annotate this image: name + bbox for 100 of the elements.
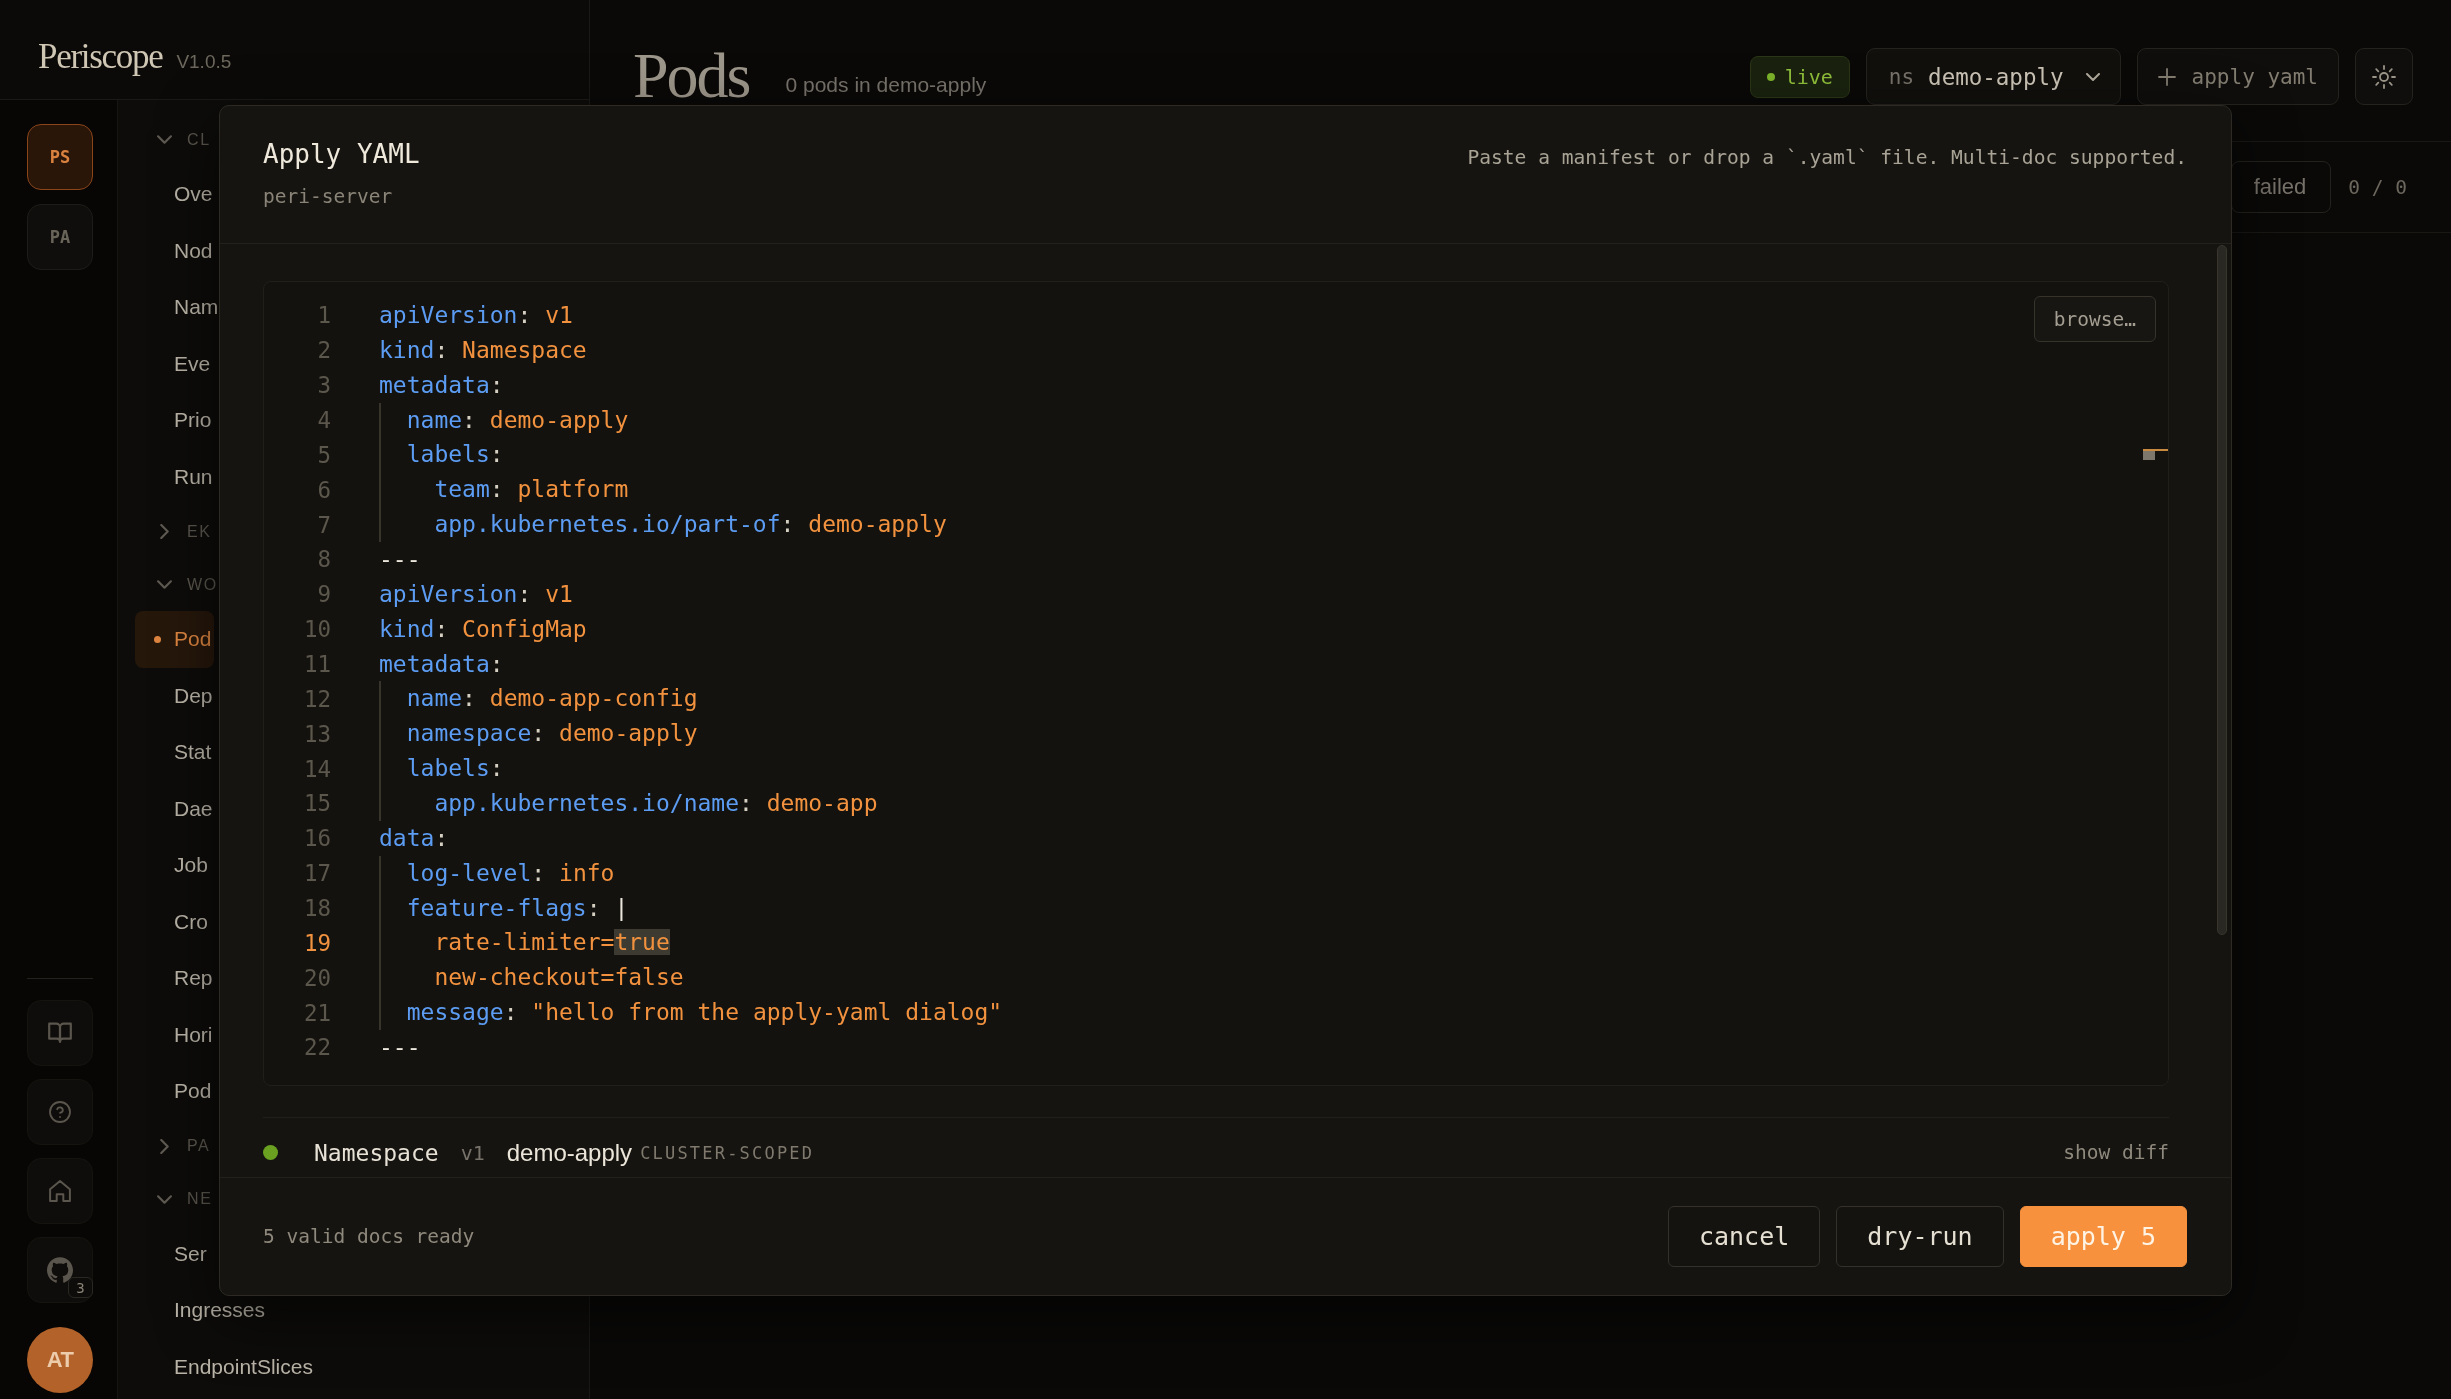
page-subtitle: 0 pods in demo-apply (785, 73, 987, 97)
live-dot-icon (1766, 72, 1775, 81)
code-line: --- (379, 1033, 421, 1063)
nav-item[interactable]: Eve (135, 335, 214, 392)
api-version: v1 (460, 1140, 485, 1165)
count-badge: 3 (68, 1277, 93, 1298)
nav-item[interactable]: Dep (135, 667, 216, 724)
nav-item[interactable]: Pod (135, 1063, 215, 1120)
code-line: app.kubernetes.io/part-of: demo-apply (379, 507, 947, 542)
code-line: name: demo-apply (379, 402, 629, 438)
nav-item[interactable]: Pod (135, 611, 215, 668)
line-number: 16 (302, 825, 331, 852)
code-line: rate-limiter=true (379, 925, 670, 961)
scope-label: CLUSTER-SCOPED (640, 1142, 815, 1163)
nav-item[interactable]: Nod (135, 222, 216, 279)
pod-count: 0 / 0 (2348, 175, 2407, 199)
sun-icon (2372, 64, 2396, 89)
app-version: V1.0.5 (176, 50, 232, 74)
line-number: 8 (316, 546, 331, 573)
line-number: 4 (316, 407, 331, 433)
code-line: labels: (379, 437, 504, 473)
nav-item[interactable]: Cro (135, 893, 211, 950)
nav-item[interactable]: Ingresses (135, 1282, 269, 1339)
line-number: 10 (302, 616, 331, 643)
line-number: 21 (302, 999, 331, 1026)
nav-item[interactable]: Nam (135, 279, 222, 336)
dialog-title: Apply YAML (263, 138, 420, 171)
line-number: 7 (316, 511, 331, 538)
code-line: --- (379, 545, 421, 574)
code-line: log-level: info (379, 855, 615, 891)
line-number: 12 (302, 685, 331, 712)
line-number: 20 (302, 964, 331, 991)
browse-button[interactable]: browse… (2033, 296, 2156, 342)
chevron-down-icon (2085, 72, 2100, 81)
code-line: apiVersion: v1 (379, 579, 573, 609)
line-number: 11 (302, 651, 331, 677)
dialog-action-button[interactable]: dry-run (1836, 1206, 2004, 1267)
live-label: live (1784, 64, 1833, 89)
show-diff-link[interactable]: show diff (2063, 1141, 2169, 1164)
code-line: labels: (379, 751, 504, 787)
code-line: metadata: (379, 370, 504, 400)
code-line: kind: Namespace (379, 335, 587, 365)
home-button[interactable] (27, 1158, 93, 1224)
line-number: 1 (316, 302, 331, 329)
code-line: apiVersion: v1 (379, 301, 573, 330)
nav-item[interactable]: Run (135, 448, 216, 505)
line-number: 15 (302, 790, 331, 817)
code-line: app.kubernetes.io/name: demo-app (379, 786, 878, 821)
home-icon (48, 1180, 72, 1202)
line-number: 3 (316, 372, 331, 399)
code-line: message: "hello from the apply-yaml dialog" (379, 995, 1003, 1031)
nav-item[interactable]: Dae (135, 780, 216, 837)
code-line: team: platform (379, 472, 629, 508)
book-icon (48, 1022, 72, 1044)
resource-name: demo-apply (506, 1138, 633, 1167)
dialog-hint: Paste a manifest or drop a `.yaml` file. Multi-doc supported. (1467, 145, 2187, 171)
line-number: 9 (316, 581, 331, 608)
line-number: 18 (302, 895, 331, 922)
nav-item[interactable]: Stat (135, 724, 215, 781)
nav-item[interactable]: Ove (135, 166, 216, 223)
line-number: 6 (316, 476, 331, 503)
line-number: 17 (302, 860, 331, 887)
help-button[interactable] (27, 1079, 93, 1145)
line-number: 2 (316, 337, 331, 364)
cluster-button[interactable]: PS (27, 124, 93, 190)
scrollbar[interactable] (2217, 245, 2227, 935)
nav-item[interactable]: Job (135, 837, 211, 894)
active-dot-icon (154, 636, 161, 643)
line-number: 5 (316, 441, 331, 468)
ruler-mark-icon (2143, 449, 2168, 460)
validation-status: 5 valid docs ready (263, 1225, 475, 1248)
dialog-action-button[interactable]: cancel (1667, 1206, 1821, 1267)
code-line: kind: ConfigMap (379, 614, 587, 644)
namespace-dropdown[interactable]: ns demo-apply (1865, 48, 2121, 105)
code-line: feature-flags: | (379, 890, 629, 926)
nav-item[interactable]: Hori (135, 1006, 216, 1063)
line-number: 14 (302, 755, 331, 782)
dialog-subtitle: peri-server (263, 184, 394, 210)
nav-item[interactable]: EndpointSlices (135, 1338, 316, 1395)
page-title: Pods (633, 48, 750, 104)
help-icon (48, 1101, 72, 1123)
nav-item[interactable]: Ser (135, 1225, 210, 1282)
code-line: name: demo-app-config (379, 681, 698, 717)
line-number: 13 (302, 720, 331, 747)
plus-icon (2157, 67, 2176, 86)
app-logo: Periscope (38, 37, 163, 77)
code-line: new-checkout=false (379, 960, 684, 996)
docs-button[interactable] (27, 1000, 93, 1066)
resource-kind: Namespace (314, 1139, 439, 1166)
apply-yaml-button[interactable]: apply yaml (2136, 48, 2339, 105)
github-icon (47, 1257, 73, 1283)
nav-item[interactable]: Prio (135, 392, 215, 449)
line-number: 22 (302, 1034, 331, 1061)
code-line: namespace: demo-apply (379, 716, 698, 752)
theme-toggle-button[interactable] (2355, 48, 2413, 105)
code-line: data: (379, 823, 449, 853)
code-line: metadata: (379, 649, 504, 679)
nav-item[interactable]: Rep (135, 950, 216, 1007)
line-number: 19 (302, 929, 331, 956)
github-button[interactable]: 3 (27, 1237, 93, 1303)
